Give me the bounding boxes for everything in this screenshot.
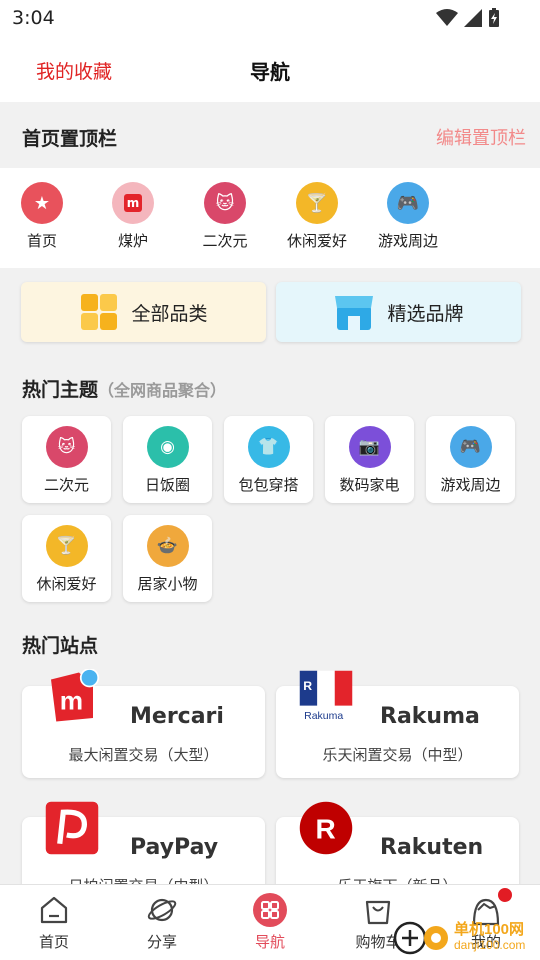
ring-icon: ◉: [146, 426, 189, 468]
rakuten-logo-letter: R: [316, 814, 336, 845]
rakuma-logo: R Rakuma: [299, 670, 353, 724]
tab-label: 分享: [146, 933, 177, 951]
theme-card-home[interactable]: 🍲 居家小物: [123, 515, 212, 602]
cocktail-icon: 🍸: [296, 182, 338, 224]
notification-dot: [498, 888, 512, 902]
watermark-text: 单机100网: [454, 921, 525, 938]
themes-section-title: 热门主题（全网商品聚合）: [22, 375, 226, 402]
theme-label: 二次元: [43, 476, 89, 494]
theme-card-fashion[interactable]: 👕 包包穿搭: [224, 416, 313, 503]
home-icon: [37, 893, 71, 927]
paypay-logo: [45, 801, 99, 855]
all-categories-button[interactable]: 全部品类: [21, 282, 266, 342]
featured-brands-button[interactable]: 精选品牌: [276, 282, 521, 342]
pinned-item-label: 游戏周边: [377, 232, 438, 250]
themes-subtitle: （全网商品聚合）: [98, 381, 227, 400]
pinned-header: 首页置顶栏 编辑置顶栏: [0, 102, 540, 168]
shirt-icon: 👕: [247, 426, 290, 468]
camera-icon: 📷: [348, 426, 391, 468]
status-icons: [436, 8, 500, 28]
edit-pinned-button[interactable]: 编辑置顶栏: [436, 124, 526, 150]
tab-nav[interactable]: 导航: [230, 893, 310, 952]
cocktail-icon: 🍸: [45, 525, 88, 567]
watermark-url: danji100.com: [454, 938, 526, 952]
pinned-item-label: 休闲爱好: [286, 232, 347, 250]
theme-card-electronics[interactable]: 📷 数码家电: [325, 416, 414, 503]
theme-label: 数码家电: [339, 476, 400, 494]
mercari-logo: m: [51, 669, 100, 722]
tab-home[interactable]: 首页: [14, 893, 94, 952]
bag-icon: [361, 893, 395, 927]
rakuten-logo: R: [299, 801, 353, 855]
pinned-item-mercari[interactable]: m 煤炉: [93, 182, 173, 251]
pinned-item-label: 二次元: [202, 232, 248, 250]
gamepad-icon: 🎮: [449, 426, 492, 468]
theme-label: 游戏周边: [440, 476, 501, 494]
cat-icon: 🐱: [45, 426, 88, 468]
site-card-rakuma[interactable]: R Rakuma Rakuma 乐天闲置交易（中型）: [276, 670, 519, 778]
themes-title: 热门主题: [22, 379, 99, 401]
theme-card-games[interactable]: 🎮 游戏周边: [426, 416, 515, 503]
theme-card-anime[interactable]: 🐱 二次元: [22, 416, 111, 503]
mercari-icon: m: [112, 182, 154, 224]
rakuma-logo-text: Rakuma: [304, 710, 343, 722]
signal-icon: [464, 9, 482, 27]
status-time: 3:04: [12, 7, 55, 29]
svg-text:m: m: [60, 685, 83, 715]
watermark-logo: [393, 921, 448, 955]
pinned-item-home[interactable]: ★ 首页: [2, 182, 82, 251]
pot-icon: 🍲: [146, 525, 189, 567]
cat-icon: 🐱: [204, 182, 246, 224]
tab-label: 首页: [38, 933, 69, 951]
featured-brands-label: 精选品牌: [387, 302, 464, 325]
theme-card-idol[interactable]: ◉ 日饭圈: [123, 416, 212, 503]
pinned-item-games[interactable]: 🎮 游戏周边: [368, 182, 448, 251]
site-name: PayPay: [130, 835, 219, 860]
pinned-item-label: 首页: [26, 232, 57, 250]
site-name: Mercari: [130, 704, 224, 729]
watermark: 单机100网 danji100.com: [392, 918, 538, 958]
pinned-item-hobby[interactable]: 🍸 休闲爱好: [277, 182, 357, 251]
wifi-icon: [436, 9, 458, 26]
theme-label: 日饭圈: [144, 476, 190, 494]
theme-label: 包包穿搭: [238, 476, 299, 494]
pinned-item-label: 煤炉: [117, 232, 148, 250]
grid-category-icon: [81, 294, 118, 330]
tab-label: 导航: [254, 933, 285, 951]
theme-label: 休闲爱好: [36, 575, 97, 593]
tab-share[interactable]: 分享: [122, 893, 202, 952]
pinned-item-anime[interactable]: 🐱 二次元: [185, 182, 265, 251]
battery-icon: [489, 8, 499, 27]
rakuma-logo-letter: R: [303, 679, 312, 693]
pinned-row: ★ 首页 m 煤炉 🐱 二次元 🍸 休闲爱好 🎮 游戏周边: [0, 168, 540, 268]
site-name: Rakuma: [380, 704, 480, 729]
status-bar: 3:04: [0, 0, 540, 36]
site-desc: 乐天闲置交易（中型）: [322, 746, 473, 764]
planet-icon: [145, 893, 179, 927]
star-icon: ★: [21, 182, 63, 224]
theme-card-hobby[interactable]: 🍸 休闲爱好: [22, 515, 111, 602]
pinned-title: 首页置顶栏: [22, 128, 118, 150]
store-icon: [335, 296, 374, 330]
site-desc: 最大闲置交易（大型）: [68, 746, 219, 764]
sites-section-title: 热门站点: [22, 635, 99, 657]
theme-label: 居家小物: [137, 575, 198, 593]
all-categories-label: 全部品类: [131, 302, 208, 325]
site-card-mercari[interactable]: m Mercari 最大闲置交易（大型）: [22, 669, 265, 778]
site-name: Rakuten: [380, 835, 484, 860]
gamepad-icon: 🎮: [387, 182, 429, 224]
grid-icon: [253, 893, 287, 927]
top-nav: 我的收藏 导航: [0, 36, 540, 102]
page-title: 导航: [250, 60, 290, 84]
